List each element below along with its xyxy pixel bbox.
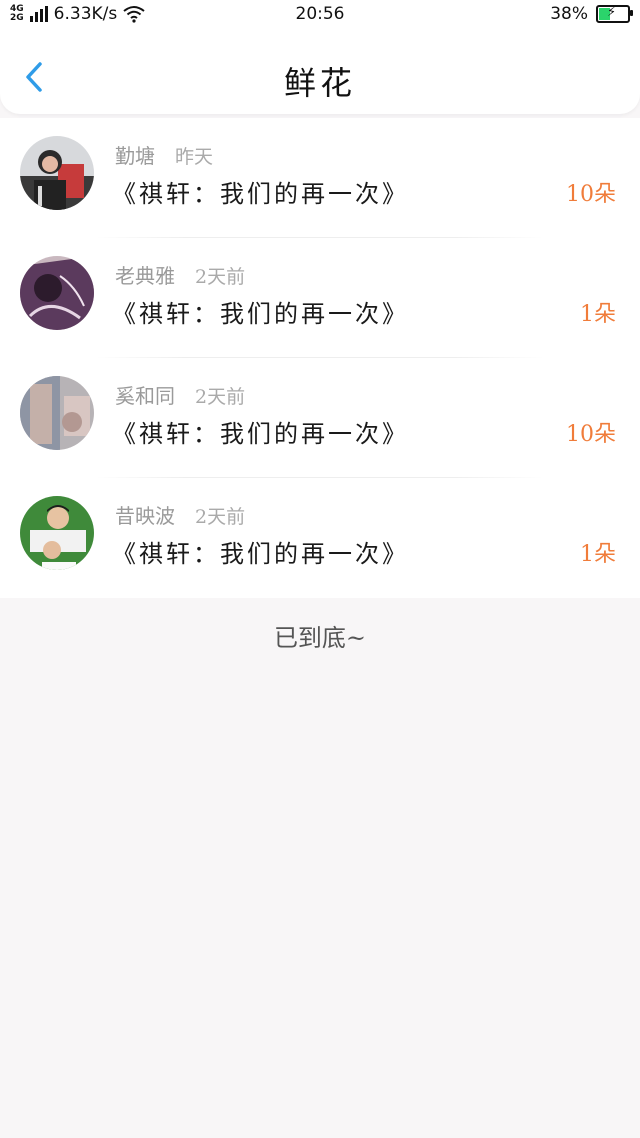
- list-item[interactable]: 老典雅 2天前 《祺轩：我们的再一次》 1朵: [0, 238, 640, 358]
- send-time: 2天前: [195, 386, 246, 408]
- book-title: 《祺轩：我们的再一次》: [112, 300, 409, 328]
- status-right: 38% ⚡: [550, 4, 633, 24]
- book-title: 《祺轩：我们的再一次》: [112, 540, 409, 568]
- send-time: 昨天: [175, 146, 214, 168]
- sender-name-text: 昔映波: [115, 504, 175, 528]
- clock: 20:56: [295, 4, 345, 24]
- list-item[interactable]: 勤塘 昨天 《祺轩：我们的再一次》 10朵: [0, 118, 640, 238]
- battery-percent: 38%: [550, 4, 588, 24]
- send-time: 2天前: [195, 266, 246, 288]
- list-item[interactable]: 奚和同 2天前 《祺轩：我们的再一次》 10朵: [0, 358, 640, 478]
- end-of-list-label: 已到底~: [273, 624, 367, 652]
- battery-icon: ⚡: [596, 5, 633, 23]
- sender-name: 老典雅 2天前: [115, 260, 245, 289]
- send-time: 2天前: [195, 506, 246, 528]
- sender-name-text: 勤塘: [115, 144, 155, 168]
- flower-count: 10朵: [566, 182, 616, 207]
- flower-list: 勤塘 昨天 《祺轩：我们的再一次》 10朵 老典雅 2天前 《祺轩：我们的再一次》 …: [0, 118, 640, 598]
- sender-name: 奚和同 2天前: [115, 380, 245, 409]
- sender-name: 昔映波 2天前: [115, 500, 245, 529]
- avatar[interactable]: [20, 376, 94, 450]
- flower-count: 1朵: [580, 302, 616, 327]
- avatar[interactable]: [20, 256, 94, 330]
- sender-name-text: 奚和同: [115, 384, 175, 408]
- status-bar: 4G 2G 6.33K/s 20:56 38% ⚡: [0, 0, 640, 30]
- list-item[interactable]: 昔映波 2天前 《祺轩：我们的再一次》 1朵: [0, 478, 640, 598]
- flower-count: 1朵: [580, 542, 616, 567]
- sender-name-text: 老典雅: [115, 264, 175, 288]
- charging-icon: ⚡: [607, 5, 617, 20]
- book-title: 《祺轩：我们的再一次》: [112, 420, 409, 448]
- nav-bar: 鲜花: [0, 30, 640, 114]
- sender-name: 勤塘 昨天: [115, 140, 213, 169]
- avatar[interactable]: [20, 496, 94, 570]
- page-title: 鲜花: [283, 64, 356, 102]
- flower-count: 10朵: [566, 422, 616, 447]
- book-title: 《祺轩：我们的再一次》: [112, 180, 409, 208]
- avatar[interactable]: [20, 136, 94, 210]
